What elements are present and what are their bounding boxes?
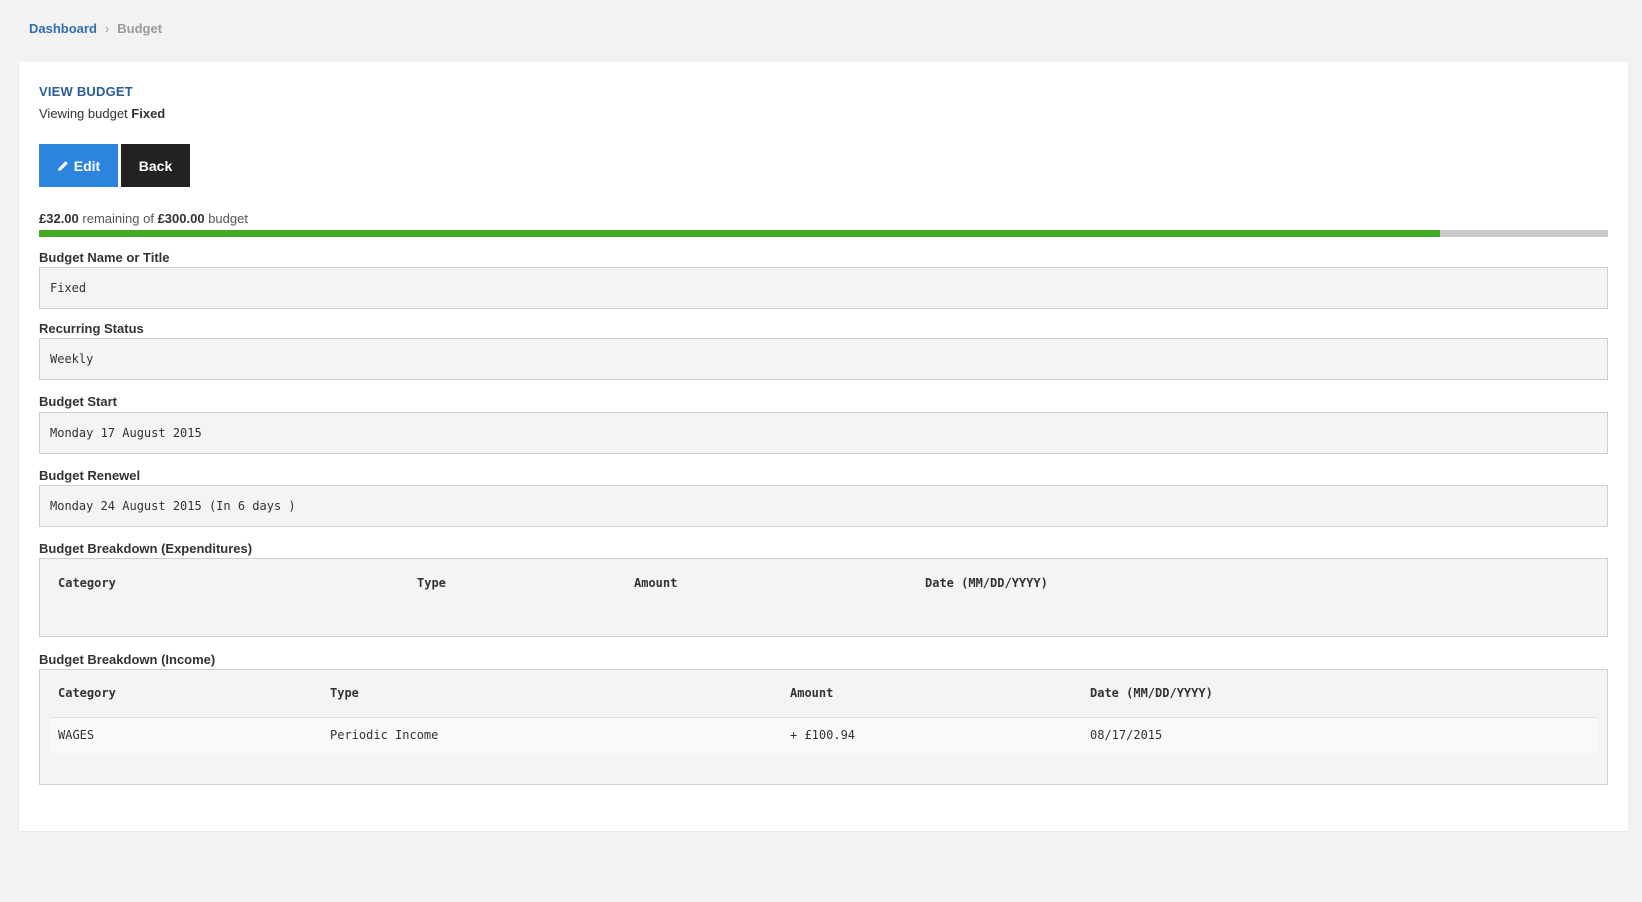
income-table: Category Type Amount Date (MM/DD/YYYY) W… [50,670,1597,753]
expenditures-label: Budget Breakdown (Expenditures) [39,541,253,556]
edit-button[interactable]: Edit [39,144,118,187]
remaining-suffix: budget [208,211,248,226]
budget-progress-bar [39,230,1608,237]
subtitle-prefix: Viewing budget [39,106,128,121]
column-header: Amount [782,670,1082,718]
expenditures-table-container: Category Type Amount Date (MM/DD/YYYY) [39,558,1608,637]
breadcrumb-current: Budget [117,21,163,36]
budget-renewal-field: Monday 24 August 2015 (In 6 days ) [39,485,1608,527]
budget-name-label: Budget Name or Title [39,250,170,265]
remaining-text: remaining of [82,211,154,226]
budget-panel: VIEW BUDGET Viewing budget Fixed Edit Ba… [19,62,1628,831]
page-title: VIEW BUDGET [39,84,133,99]
income-table-container: Category Type Amount Date (MM/DD/YYYY) W… [39,669,1608,785]
budget-start-label: Budget Start [39,394,117,409]
breadcrumb: Dashboard › Budget [29,21,162,36]
table-cell-amount: + £100.94 [782,717,1082,753]
column-header: Amount [634,575,678,590]
income-label: Budget Breakdown (Income) [39,652,216,667]
breadcrumb-dashboard-link[interactable]: Dashboard [29,21,97,36]
edit-button-label: Edit [73,157,101,174]
budget-progress-fill [39,230,1441,237]
total-amount: £300.00 [157,211,205,226]
table-cell-category: WAGES [50,717,322,753]
budget-start-field: Monday 17 August 2015 [39,412,1608,454]
action-buttons: Edit Back [39,144,190,187]
table-header-row: Category Type Amount Date (MM/DD/YYYY) [50,559,1597,606]
subtitle-budget-name: Fixed [131,106,166,121]
page-subtitle: Viewing budget Fixed [39,106,165,121]
recurring-status-field: Weekly [39,338,1608,380]
column-header: Category [58,575,116,590]
table-cell-type: Periodic Income [322,717,782,753]
column-header: Date (MM/DD/YYYY) [925,575,1048,590]
back-button[interactable]: Back [121,144,190,187]
column-header: Type [322,670,782,718]
budget-renewal-label: Budget Renewel [39,468,141,483]
table-row: WAGES Periodic Income + £100.94 08/17/20… [50,717,1597,753]
table-header-row: Category Type Amount Date (MM/DD/YYYY) [50,670,1597,718]
expenditures-table: Category Type Amount Date (MM/DD/YYYY) [50,559,1597,606]
budget-name-field: Fixed [39,267,1608,309]
breadcrumb-separator: › [104,21,110,36]
column-header: Type [417,575,446,590]
pencil-icon [57,160,68,171]
remaining-amount: £32.00 [39,211,79,226]
budget-remaining-summary: £32.00 remaining of £300.00 budget [39,211,248,226]
column-header: Date (MM/DD/YYYY) [1082,670,1597,718]
column-header: Category [50,670,322,718]
recurring-status-label: Recurring Status [39,321,144,336]
table-cell-date: 08/17/2015 [1082,717,1597,753]
